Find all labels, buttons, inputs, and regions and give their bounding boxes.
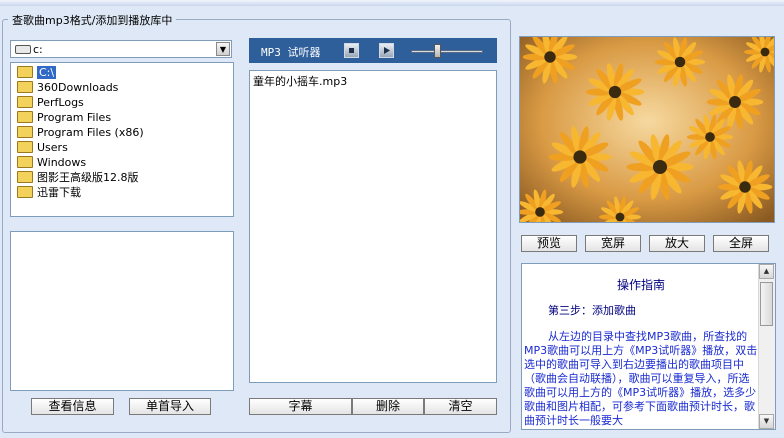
folder-icon: [17, 126, 33, 138]
stop-icon: [349, 48, 354, 53]
folder-icon: [17, 171, 33, 183]
tree-item[interactable]: 迅雷下载: [17, 185, 81, 200]
tree-item[interactable]: 360Downloads: [17, 80, 118, 95]
stop-button[interactable]: [344, 43, 359, 58]
group-title: 查歌曲mp3格式/添加到播放库中: [8, 12, 177, 28]
tree-item[interactable]: 图影王高级版12.8版: [17, 170, 139, 185]
folder-icon: [17, 111, 33, 123]
tree-item-c-root[interactable]: C:\: [17, 65, 57, 80]
guide-heading: 操作指南: [616, 278, 665, 292]
folder-tree[interactable]: C:\ 360Downloads PerfLogs Program Files …: [10, 62, 234, 217]
tree-item[interactable]: Program Files (x86): [17, 125, 144, 140]
zoom-button[interactable]: 放大: [649, 235, 705, 252]
scroll-up-icon[interactable]: ▲: [759, 264, 774, 279]
folder-icon: [17, 156, 33, 168]
player-title: MP3 试听器: [261, 46, 321, 59]
play-button[interactable]: [379, 43, 394, 58]
single-import-button[interactable]: 单首导入: [129, 398, 211, 415]
guide-body: 从左边的目录中查找MP3歌曲，所查找的MP3歌曲可以用上方《MP3试听器》播放，…: [524, 330, 758, 427]
flower-photo-image: [520, 37, 774, 222]
file-info-box: [10, 231, 234, 391]
delete-button[interactable]: 删除: [352, 398, 424, 415]
folder-icon: [17, 81, 33, 93]
folder-icon: [17, 186, 33, 198]
tree-item[interactable]: Windows: [17, 155, 86, 170]
view-info-button[interactable]: 查看信息: [31, 398, 114, 415]
folder-open-icon: [17, 66, 33, 78]
flower-photo: [519, 36, 775, 223]
drive-select[interactable]: c: ▼: [10, 40, 232, 58]
widescreen-button[interactable]: 宽屏: [585, 235, 641, 252]
scroll-thumb[interactable]: [760, 282, 773, 326]
mp3-player-bar: MP3 试听器: [249, 38, 497, 63]
drive-value: c:: [33, 43, 43, 56]
play-icon: [384, 47, 390, 54]
tree-item[interactable]: PerfLogs: [17, 95, 84, 110]
tree-item[interactable]: Program Files: [17, 110, 111, 125]
tree-item[interactable]: Users: [17, 140, 68, 155]
drive-icon: [15, 45, 31, 54]
fullscreen-button[interactable]: 全屏: [713, 235, 769, 252]
preview-button[interactable]: 预览: [521, 235, 577, 252]
folder-icon: [17, 141, 33, 153]
operation-guide: 操作指南 第三步：添加歌曲 从左边的目录中查找MP3歌曲，所查找的MP3歌曲可以…: [521, 263, 776, 430]
playlist-item[interactable]: 童年的小摇车.mp3: [253, 73, 347, 89]
subtitle-button[interactable]: 字幕: [249, 398, 352, 415]
volume-slider-thumb[interactable]: [433, 44, 441, 58]
volume-slider[interactable]: [411, 50, 483, 53]
scroll-down-icon[interactable]: ▼: [759, 414, 774, 429]
playlist[interactable]: 童年的小摇车.mp3: [249, 70, 497, 383]
clear-button[interactable]: 清空: [424, 398, 497, 415]
guide-scrollbar[interactable]: ▲ ▼: [758, 264, 775, 429]
guide-step: 第三步：添加歌曲: [548, 304, 636, 317]
chevron-down-icon[interactable]: ▼: [216, 42, 230, 56]
guide-text: 操作指南 第三步：添加歌曲 从左边的目录中查找MP3歌曲，所查找的MP3歌曲可以…: [524, 264, 758, 428]
folder-icon: [17, 96, 33, 108]
window-top-edge: [0, 0, 784, 6]
